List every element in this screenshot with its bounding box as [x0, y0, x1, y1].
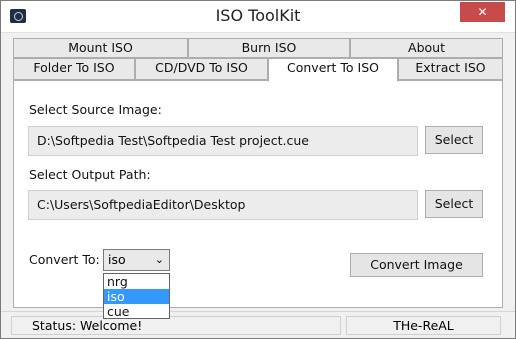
- format-select-value: iso: [108, 252, 126, 267]
- source-path-field[interactable]: D:\Softpedia Test\Softpedia Test project…: [28, 126, 418, 156]
- chevron-down-icon: ⌄: [154, 253, 164, 266]
- tab-burn-iso[interactable]: Burn ISO: [188, 38, 350, 58]
- select-output-button[interactable]: Select: [425, 190, 483, 218]
- close-icon: ✕: [477, 5, 488, 19]
- select-source-button[interactable]: Select: [425, 126, 483, 154]
- author-credit: THe-ReAL: [346, 316, 501, 335]
- convert-image-button[interactable]: Convert Image: [350, 253, 483, 277]
- tab-folder-to-iso[interactable]: Folder To ISO: [13, 58, 135, 80]
- tab-strip: Mount ISO Burn ISO About Folder To ISO C…: [13, 38, 503, 82]
- format-option-iso[interactable]: iso: [104, 289, 169, 304]
- output-path-field[interactable]: C:\Users\SoftpediaEditor\Desktop: [28, 190, 418, 220]
- app-window: ISO ToolKit ✕ Mount ISO Burn ISO About F…: [0, 0, 516, 339]
- close-button[interactable]: ✕: [460, 2, 505, 22]
- tab-mount-iso[interactable]: Mount ISO: [13, 38, 188, 58]
- title-bar[interactable]: ISO ToolKit ✕: [1, 1, 515, 33]
- format-option-cue[interactable]: cue: [104, 304, 169, 319]
- output-label: Select Output Path:: [29, 167, 151, 182]
- tab-extract-iso[interactable]: Extract ISO: [398, 58, 503, 80]
- window-title: ISO ToolKit: [215, 6, 301, 25]
- format-option-nrg[interactable]: nrg: [104, 274, 169, 289]
- tab-convert-to-iso[interactable]: Convert To ISO: [268, 58, 398, 82]
- status-text: Status: Welcome!: [11, 316, 341, 335]
- tab-cd-dvd-to-iso[interactable]: CD/DVD To ISO: [135, 58, 268, 80]
- convert-to-label: Convert To:: [29, 252, 100, 267]
- tab-about[interactable]: About: [350, 38, 503, 58]
- format-dropdown: nrg iso cue: [103, 273, 170, 319]
- status-bar: Status: Welcome! THe-ReAL: [1, 311, 515, 338]
- format-select[interactable]: iso ⌄: [103, 249, 170, 271]
- source-label: Select Source Image:: [29, 102, 162, 117]
